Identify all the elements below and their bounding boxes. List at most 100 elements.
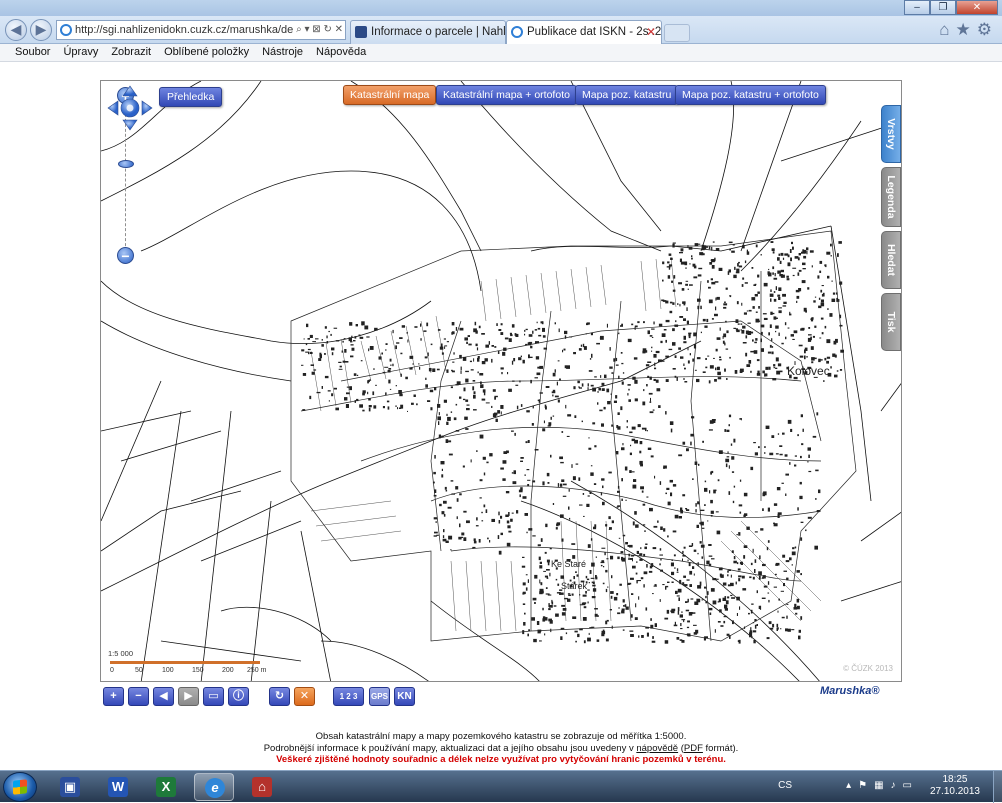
building-mark <box>459 523 461 528</box>
map-toolbar: + − ◀ ▶ ▭ ⓘ ↻ ✕ 1 2 3 GPS KN <box>103 687 423 707</box>
info-button[interactable]: ⓘ <box>228 687 249 706</box>
building-mark <box>659 554 663 556</box>
forward-nav-button[interactable]: ▶ <box>30 19 52 41</box>
tab-cadastral-ortho[interactable]: Katastrální mapa + ortofoto <box>436 85 577 105</box>
building-mark <box>711 281 716 285</box>
building-mark <box>767 592 770 594</box>
measure-button[interactable]: 1 2 3 <box>333 687 364 706</box>
building-mark <box>767 540 770 543</box>
sidetab-search[interactable]: Hledat <box>881 231 901 289</box>
taskbar-excel-app[interactable]: X <box>146 773 186 801</box>
taskbar-save-app[interactable]: ▣ <box>50 773 90 801</box>
zoom-slider-knob[interactable] <box>118 160 134 168</box>
gps-button[interactable]: GPS <box>369 687 390 706</box>
new-tab-button[interactable] <box>664 24 690 42</box>
building-mark <box>723 333 727 338</box>
building-mark <box>567 598 571 602</box>
building-mark <box>646 632 649 637</box>
tab-land-map[interactable]: Mapa poz. katastru <box>575 85 679 105</box>
building-mark <box>473 391 476 395</box>
home-icon[interactable]: ⌂ <box>939 19 949 41</box>
building-mark <box>678 516 682 519</box>
building-mark <box>634 511 637 515</box>
building-mark <box>743 312 747 315</box>
building-mark <box>579 504 583 506</box>
maximize-button[interactable]: ❐ <box>930 0 956 15</box>
building-mark <box>635 572 638 575</box>
building-mark <box>519 380 521 383</box>
building-mark <box>731 250 735 253</box>
menu-oblibene[interactable]: Oblíbené položky <box>164 44 249 61</box>
building-mark <box>736 613 738 616</box>
building-mark <box>448 535 453 540</box>
address-bar[interactable]: http://sgi.nahlizenidokn.cuzk.cz/marushk… <box>56 20 346 40</box>
menu-upravy[interactable]: Úpravy <box>63 44 98 61</box>
start-button[interactable] <box>3 772 37 802</box>
zoom-in-button[interactable]: + <box>103 687 124 706</box>
refresh-button[interactable]: ↻ <box>269 687 290 706</box>
overview-button[interactable]: Přehledka <box>159 87 223 107</box>
tray-network-icon[interactable]: ▦ <box>874 780 883 791</box>
address-tools[interactable]: ⌕ ▾ ⊠ ↻ ✕ <box>293 21 343 39</box>
back-nav-button[interactable]: ◀ <box>5 19 27 41</box>
clear-button[interactable]: ✕ <box>294 687 315 706</box>
building-mark <box>763 317 768 320</box>
zoom-out-icon[interactable]: − <box>117 247 134 264</box>
taskbar-home-app[interactable]: ⌂ <box>242 773 282 801</box>
menu-nastroje[interactable]: Nástroje <box>262 44 303 61</box>
building-mark <box>673 275 676 279</box>
building-mark <box>440 461 445 465</box>
zoom-out-button[interactable]: − <box>128 687 149 706</box>
help-link[interactable]: nápovědě <box>636 743 678 754</box>
cadastral-map[interactable]: Kolovec Ke Staré Stárek Přehledka Katast… <box>100 80 902 682</box>
kn-button[interactable]: KN <box>394 687 415 706</box>
sidetab-print[interactable]: Tisk <box>881 293 901 351</box>
sidetab-layers[interactable]: Vrstvy <box>881 105 901 163</box>
menu-zobrazit[interactable]: Zobrazit <box>111 44 151 61</box>
building-mark <box>786 577 789 581</box>
building-mark <box>520 460 523 462</box>
tray-volume-icon[interactable]: ♪ <box>891 780 896 791</box>
taskbar-ie-app[interactable]: e <box>194 773 234 801</box>
tab-label: Publikace dat ISKN - 2s :234... <box>527 26 662 38</box>
tools-gear-icon[interactable]: ⚙ <box>977 19 992 41</box>
forward-button[interactable]: ▶ <box>178 687 199 706</box>
tray-flag-icon[interactable]: ⚑ <box>858 780 867 791</box>
pan-control-icon[interactable] <box>106 84 154 132</box>
building-mark <box>731 597 735 599</box>
building-mark <box>728 491 731 495</box>
sidetab-legend[interactable]: Legenda <box>881 167 901 227</box>
language-indicator[interactable]: CS <box>778 780 792 791</box>
back-button[interactable]: ◀ <box>153 687 174 706</box>
building-mark <box>434 531 438 534</box>
building-mark <box>756 624 758 626</box>
minimize-button[interactable]: – <box>904 0 930 15</box>
building-mark <box>810 317 814 322</box>
building-mark <box>386 400 390 403</box>
tab-cadastral-map[interactable]: Katastrální mapa <box>343 85 437 105</box>
close-tab-icon[interactable]: ✕ <box>646 21 656 43</box>
pdf-link[interactable]: PDF <box>684 743 703 754</box>
show-desktop-button[interactable] <box>993 771 1002 803</box>
building-mark <box>659 548 662 551</box>
building-mark <box>743 492 748 497</box>
tray-clock[interactable]: 18:25 27.10.2013 <box>930 774 980 798</box>
building-mark <box>680 356 684 359</box>
menu-napoveda[interactable]: Nápověda <box>316 44 366 61</box>
tab-parcel-info[interactable]: Informace o parcele | Nahlížení... <box>350 20 506 44</box>
building-mark <box>670 562 674 567</box>
building-mark <box>501 372 503 375</box>
tab-iskn[interactable]: Publikace dat ISKN - 2s :234... ✕ <box>506 20 662 44</box>
tray-arrow-icon[interactable]: ▴ <box>846 780 851 791</box>
favorites-star-icon[interactable]: ★ <box>956 19 971 41</box>
tab-land-map-ortho[interactable]: Mapa poz. katastru + ortofoto <box>675 85 826 105</box>
building-mark <box>816 510 820 513</box>
menu-soubor[interactable]: Soubor <box>15 44 50 61</box>
building-mark <box>777 610 779 613</box>
tray-battery-icon[interactable]: ▭ <box>903 780 912 791</box>
building-mark <box>779 453 783 456</box>
building-mark <box>737 640 740 642</box>
close-window-button[interactable]: ✕ <box>956 0 998 15</box>
taskbar-word-app[interactable]: W <box>98 773 138 801</box>
zoom-box-button[interactable]: ▭ <box>203 687 224 706</box>
